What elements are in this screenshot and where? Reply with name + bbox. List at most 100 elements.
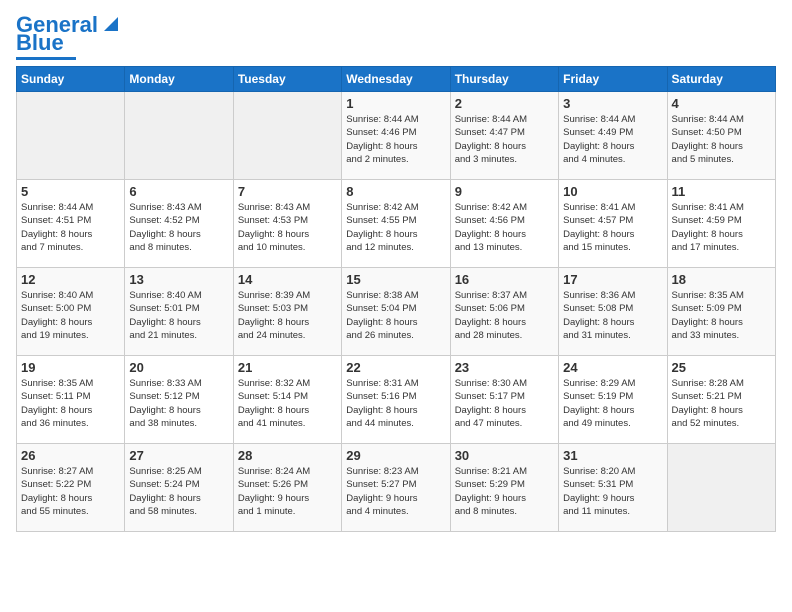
day-number: 7	[238, 184, 337, 199]
day-info: Sunrise: 8:24 AM Sunset: 5:26 PM Dayligh…	[238, 465, 337, 518]
day-cell: 28 Sunrise: 8:24 AM Sunset: 5:26 PM Dayli…	[233, 444, 341, 532]
day-cell	[17, 92, 125, 180]
day-cell: 9 Sunrise: 8:42 AM Sunset: 4:56 PM Daylig…	[450, 180, 558, 268]
day-number: 28	[238, 448, 337, 463]
week-row-3: 12 Sunrise: 8:40 AM Sunset: 5:00 PM Dayli…	[17, 268, 776, 356]
day-number: 4	[672, 96, 771, 111]
day-number: 5	[21, 184, 120, 199]
day-info: Sunrise: 8:43 AM Sunset: 4:52 PM Dayligh…	[129, 201, 228, 254]
day-info: Sunrise: 8:38 AM Sunset: 5:04 PM Dayligh…	[346, 289, 445, 342]
weekday-header-wednesday: Wednesday	[342, 67, 450, 92]
day-cell: 20 Sunrise: 8:33 AM Sunset: 5:12 PM Dayli…	[125, 356, 233, 444]
logo-text-blue: Blue	[16, 32, 64, 54]
calendar-table: SundayMondayTuesdayWednesdayThursdayFrid…	[16, 66, 776, 532]
day-cell: 29Sunrise: 8:23 AM Sunset: 5:27 PM Dayli…	[342, 444, 450, 532]
day-number: 25	[672, 360, 771, 375]
day-number: 21	[238, 360, 337, 375]
week-row-4: 19Sunrise: 8:35 AM Sunset: 5:11 PM Dayli…	[17, 356, 776, 444]
day-cell: 19Sunrise: 8:35 AM Sunset: 5:11 PM Dayli…	[17, 356, 125, 444]
day-number: 24	[563, 360, 662, 375]
day-info: Sunrise: 8:44 AM Sunset: 4:49 PM Dayligh…	[563, 113, 662, 166]
day-info: Sunrise: 8:42 AM Sunset: 4:56 PM Dayligh…	[455, 201, 554, 254]
day-cell: 27Sunrise: 8:25 AM Sunset: 5:24 PM Dayli…	[125, 444, 233, 532]
day-number: 29	[346, 448, 445, 463]
day-info: Sunrise: 8:21 AM Sunset: 5:29 PM Dayligh…	[455, 465, 554, 518]
day-cell: 7 Sunrise: 8:43 AM Sunset: 4:53 PM Daylig…	[233, 180, 341, 268]
day-info: Sunrise: 8:32 AM Sunset: 5:14 PM Dayligh…	[238, 377, 337, 430]
day-info: Sunrise: 8:35 AM Sunset: 5:09 PM Dayligh…	[672, 289, 771, 342]
day-cell: 23 Sunrise: 8:30 AM Sunset: 5:17 PM Dayli…	[450, 356, 558, 444]
day-info: Sunrise: 8:40 AM Sunset: 5:00 PM Dayligh…	[21, 289, 120, 342]
day-number: 11	[672, 184, 771, 199]
day-info: Sunrise: 8:41 AM Sunset: 4:59 PM Dayligh…	[672, 201, 771, 254]
weekday-header-thursday: Thursday	[450, 67, 558, 92]
day-info: Sunrise: 8:29 AM Sunset: 5:19 PM Dayligh…	[563, 377, 662, 430]
day-number: 3	[563, 96, 662, 111]
day-info: Sunrise: 8:44 AM Sunset: 4:46 PM Dayligh…	[346, 113, 445, 166]
day-number: 1	[346, 96, 445, 111]
day-info: Sunrise: 8:25 AM Sunset: 5:24 PM Dayligh…	[129, 465, 228, 518]
day-cell: 14Sunrise: 8:39 AM Sunset: 5:03 PM Dayli…	[233, 268, 341, 356]
logo-icon	[100, 13, 122, 35]
day-info: Sunrise: 8:20 AM Sunset: 5:31 PM Dayligh…	[563, 465, 662, 518]
day-number: 23	[455, 360, 554, 375]
day-info: Sunrise: 8:33 AM Sunset: 5:12 PM Dayligh…	[129, 377, 228, 430]
day-number: 17	[563, 272, 662, 287]
day-cell: 26 Sunrise: 8:27 AM Sunset: 5:22 PM Dayli…	[17, 444, 125, 532]
day-cell: 18 Sunrise: 8:35 AM Sunset: 5:09 PM Dayli…	[667, 268, 775, 356]
day-cell: 22 Sunrise: 8:31 AM Sunset: 5:16 PM Dayli…	[342, 356, 450, 444]
day-info: Sunrise: 8:36 AM Sunset: 5:08 PM Dayligh…	[563, 289, 662, 342]
day-number: 20	[129, 360, 228, 375]
day-number: 6	[129, 184, 228, 199]
day-cell: 12 Sunrise: 8:40 AM Sunset: 5:00 PM Dayli…	[17, 268, 125, 356]
day-number: 8	[346, 184, 445, 199]
day-cell: 5 Sunrise: 8:44 AM Sunset: 4:51 PM Daylig…	[17, 180, 125, 268]
day-cell: 25 Sunrise: 8:28 AM Sunset: 5:21 PM Dayli…	[667, 356, 775, 444]
day-info: Sunrise: 8:37 AM Sunset: 5:06 PM Dayligh…	[455, 289, 554, 342]
day-cell: 3 Sunrise: 8:44 AM Sunset: 4:49 PM Daylig…	[559, 92, 667, 180]
day-cell: 1 Sunrise: 8:44 AM Sunset: 4:46 PM Daylig…	[342, 92, 450, 180]
weekday-header-tuesday: Tuesday	[233, 67, 341, 92]
day-cell	[233, 92, 341, 180]
day-number: 9	[455, 184, 554, 199]
day-info: Sunrise: 8:42 AM Sunset: 4:55 PM Dayligh…	[346, 201, 445, 254]
day-number: 14	[238, 272, 337, 287]
day-info: Sunrise: 8:43 AM Sunset: 4:53 PM Dayligh…	[238, 201, 337, 254]
day-number: 30	[455, 448, 554, 463]
day-info: Sunrise: 8:30 AM Sunset: 5:17 PM Dayligh…	[455, 377, 554, 430]
day-cell: 15 Sunrise: 8:38 AM Sunset: 5:04 PM Dayli…	[342, 268, 450, 356]
week-row-5: 26 Sunrise: 8:27 AM Sunset: 5:22 PM Dayli…	[17, 444, 776, 532]
day-info: Sunrise: 8:28 AM Sunset: 5:21 PM Dayligh…	[672, 377, 771, 430]
day-cell: 17 Sunrise: 8:36 AM Sunset: 5:08 PM Dayli…	[559, 268, 667, 356]
day-number: 13	[129, 272, 228, 287]
weekday-header-monday: Monday	[125, 67, 233, 92]
day-info: Sunrise: 8:31 AM Sunset: 5:16 PM Dayligh…	[346, 377, 445, 430]
day-number: 18	[672, 272, 771, 287]
week-row-1: 1 Sunrise: 8:44 AM Sunset: 4:46 PM Daylig…	[17, 92, 776, 180]
day-info: Sunrise: 8:44 AM Sunset: 4:51 PM Dayligh…	[21, 201, 120, 254]
day-cell: 16 Sunrise: 8:37 AM Sunset: 5:06 PM Dayli…	[450, 268, 558, 356]
day-info: Sunrise: 8:41 AM Sunset: 4:57 PM Dayligh…	[563, 201, 662, 254]
day-info: Sunrise: 8:44 AM Sunset: 4:50 PM Dayligh…	[672, 113, 771, 166]
day-cell: 8 Sunrise: 8:42 AM Sunset: 4:55 PM Daylig…	[342, 180, 450, 268]
logo-underline	[16, 57, 76, 60]
day-number: 2	[455, 96, 554, 111]
day-number: 12	[21, 272, 120, 287]
day-number: 10	[563, 184, 662, 199]
weekday-header-sunday: Sunday	[17, 67, 125, 92]
week-row-2: 5 Sunrise: 8:44 AM Sunset: 4:51 PM Daylig…	[17, 180, 776, 268]
day-cell: 11 Sunrise: 8:41 AM Sunset: 4:59 PM Dayli…	[667, 180, 775, 268]
day-cell: 4 Sunrise: 8:44 AM Sunset: 4:50 PM Daylig…	[667, 92, 775, 180]
day-number: 31	[563, 448, 662, 463]
day-number: 15	[346, 272, 445, 287]
day-cell: 21 Sunrise: 8:32 AM Sunset: 5:14 PM Dayli…	[233, 356, 341, 444]
day-info: Sunrise: 8:44 AM Sunset: 4:47 PM Dayligh…	[455, 113, 554, 166]
day-number: 16	[455, 272, 554, 287]
day-cell: 10 Sunrise: 8:41 AM Sunset: 4:57 PM Dayli…	[559, 180, 667, 268]
day-number: 22	[346, 360, 445, 375]
day-number: 26	[21, 448, 120, 463]
day-info: Sunrise: 8:27 AM Sunset: 5:22 PM Dayligh…	[21, 465, 120, 518]
weekday-header-saturday: Saturday	[667, 67, 775, 92]
day-cell	[667, 444, 775, 532]
day-info: Sunrise: 8:35 AM Sunset: 5:11 PM Dayligh…	[21, 377, 120, 430]
